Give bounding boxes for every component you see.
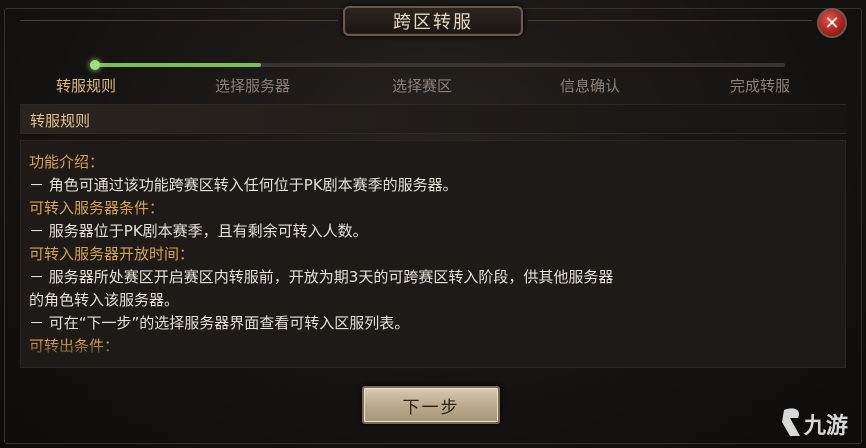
- rules-line: 的角色转入该服务器。: [29, 291, 180, 309]
- rules-line: － 服务器位于PK剧本赛季，且有剩余可转入人数。: [29, 222, 368, 240]
- step-1-label: 转服规则: [56, 77, 117, 95]
- rules-line: － 角色可通过该功能跨赛区转入任何位于PK剧本赛季的服务器。: [29, 176, 458, 194]
- section-title: 转服规则: [30, 112, 91, 130]
- rules-scroll-area[interactable]: 功能介绍： － 角色可通过该功能跨赛区转入任何位于PK剧本赛季的服务器。 可转入…: [20, 140, 846, 368]
- jiuyou-watermark-logo: 九游: [778, 404, 858, 442]
- current-step-indicator: [90, 60, 100, 70]
- scroll-fade: [21, 341, 845, 367]
- rules-heading-intro: 功能介绍：: [29, 153, 105, 171]
- step-4-label: 信息确认: [560, 77, 621, 95]
- title-ornament-left: [20, 20, 338, 21]
- transfer-dialog: 跨区转服 ✕ 转服规则 选择服务器 选择赛区 信息确认 完成转服 转服规则 功能…: [0, 0, 866, 448]
- section-header: 转服规则: [20, 104, 846, 134]
- dialog-title: 跨区转服: [393, 12, 473, 33]
- rules-line: － 服务器所处赛区开启赛区内转服前，开放为期3天的可跨赛区转入阶段，供其他服务器: [29, 268, 614, 286]
- close-button[interactable]: ✕: [817, 8, 847, 38]
- rules-line: － 可在“下一步”的选择服务器界面查看可转入区服列表。: [29, 314, 410, 332]
- step-3-label: 选择赛区: [392, 77, 453, 95]
- title-ornament-right: [528, 20, 812, 21]
- dialog-title-plate: 跨区转服: [343, 6, 523, 36]
- next-step-button[interactable]: 下一步: [362, 386, 500, 424]
- step-5-label: 完成转服: [730, 77, 791, 95]
- next-step-label: 下一步: [402, 397, 460, 418]
- step-2-label: 选择服务器: [215, 77, 291, 95]
- rules-heading-open-time: 可转入服务器开放时间：: [29, 245, 195, 263]
- step-progress-fill: [95, 63, 261, 67]
- close-icon: ✕: [824, 12, 840, 34]
- rules-heading-conditions: 可转入服务器条件：: [29, 199, 165, 217]
- svg-text:九游: 九游: [803, 413, 848, 439]
- jiuyou-logo-icon: 九游: [782, 408, 848, 439]
